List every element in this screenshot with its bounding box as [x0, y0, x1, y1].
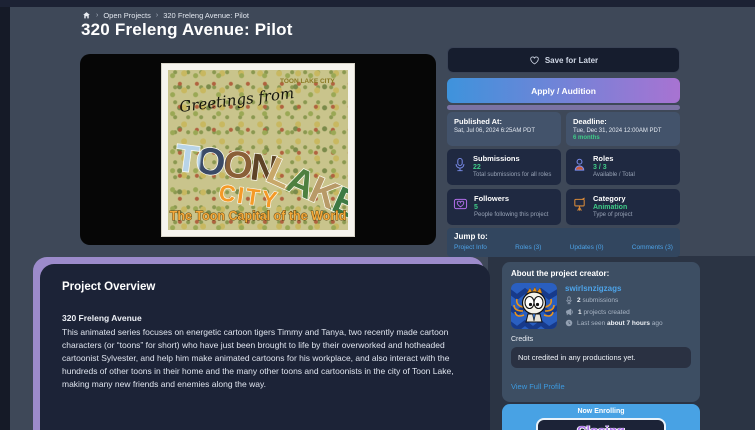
project-overview-heading: 320 Freleng Avenue	[62, 313, 142, 323]
save-for-later-label: Save for Later	[544, 55, 599, 65]
about-creator-title: About the project creator:	[511, 269, 610, 278]
megaphone-icon	[566, 308, 573, 316]
submissions-label: Submissions	[473, 154, 520, 163]
followers-icon	[453, 198, 468, 210]
deadline-card: Deadline: Tue, Dec 31, 2024 12:00AM PDT …	[566, 112, 680, 146]
category-subtext: Type of project	[593, 212, 633, 218]
page-title: 320 Freleng Avenue: Pilot	[81, 20, 293, 39]
project-media-viewer: TOON LAKE CITY Greetings from TOON LAKE …	[80, 54, 436, 245]
project-overview-panel: Project Overview 320 Freleng Avenue This…	[40, 264, 490, 430]
roles-icon	[574, 158, 585, 171]
category-value: Animation	[593, 204, 628, 211]
toon-lake-postcard-art: TOON LAKE CITY Greetings from TOON LAKE …	[169, 78, 348, 228]
creator-avatar[interactable]	[511, 283, 557, 329]
home-icon[interactable]	[82, 11, 91, 20]
apply-audition-label: Apply / Audition	[531, 85, 596, 96]
roles-label: Roles	[593, 154, 614, 163]
about-creator-panel: About the project creator: swirlsnzigzag…	[502, 262, 700, 402]
jump-to-bar: Jump to: Project Info Roles (3) Updates …	[447, 228, 680, 257]
clock-icon	[565, 319, 573, 327]
credits-value: Not credited in any productions yet.	[511, 347, 691, 368]
breadcrumb-separator: ›	[96, 12, 99, 19]
section-divider	[447, 105, 680, 110]
now-enrolling-ad-banner[interactable]: Now Enrolling Closing	[502, 404, 700, 430]
submissions-card: Submissions 22 Total submissions for all…	[447, 149, 561, 185]
left-edge-bar	[0, 0, 10, 430]
apply-audition-button[interactable]: Apply / Audition	[447, 78, 680, 103]
ad-brand-text: Closing	[577, 422, 625, 430]
project-overview-body: This animated series focuses on energeti…	[62, 327, 454, 389]
followers-card: Followers 5 People following this projec…	[447, 189, 561, 225]
followers-subtext: People following this project	[474, 212, 549, 218]
deadline-label: Deadline:	[573, 117, 607, 126]
published-at-value: Sat, Jul 06, 2024 6:25AM PDT	[454, 128, 536, 134]
postcard-greeting-text: Greetings from	[178, 84, 295, 116]
deadline-value: Tue, Dec 31, 2024 12:00AM PDT	[573, 128, 662, 134]
published-at-card: Published At: Sat, Jul 06, 2024 6:25AM P…	[447, 112, 561, 146]
jump-link-comments[interactable]: Comments (3)	[632, 244, 673, 251]
category-label: Category	[593, 194, 626, 203]
creator-submissions: 2 submissions	[577, 297, 619, 304]
breadcrumb-open-projects[interactable]: Open Projects	[103, 11, 151, 20]
creator-last-seen: Last seen about 7 hours ago	[577, 319, 663, 327]
submissions-subtext: Total submissions for all roles	[473, 172, 552, 178]
ad-title: Now Enrolling	[577, 408, 625, 415]
save-for-later-button[interactable]: Save for Later	[447, 47, 680, 73]
top-edge-bar	[0, 0, 755, 7]
breadcrumb: › Open Projects › 320 Freleng Avenue: Pi…	[82, 11, 249, 20]
submissions-count: 22	[473, 164, 481, 171]
jump-link-roles[interactable]: Roles (3)	[515, 244, 541, 251]
view-full-profile-link[interactable]: View Full Profile	[511, 382, 691, 391]
roles-card: Roles 3 / 3 Available / Total	[566, 149, 680, 185]
followers-label: Followers	[474, 194, 510, 203]
roles-subtext: Available / Total	[593, 172, 635, 178]
deadline-countdown: 6 months	[573, 135, 600, 141]
credits-label: Credits	[511, 336, 534, 343]
heart-icon	[530, 56, 539, 64]
breadcrumb-separator: ›	[155, 12, 159, 19]
postcard-tagline: The Toon Capital of the World	[170, 209, 347, 223]
roles-count: 3 / 3	[593, 164, 607, 171]
jump-link-project-info[interactable]: Project Info	[454, 244, 487, 251]
category-icon	[574, 197, 585, 211]
jump-to-label: Jump to:	[454, 232, 488, 241]
breadcrumb-current-page[interactable]: 320 Freleng Avenue: Pilot	[163, 11, 249, 20]
microphone-icon	[455, 157, 465, 172]
ad-brand-box: Closing	[536, 418, 666, 430]
creator-username-link[interactable]: swirlsnzigzags	[565, 284, 663, 293]
followers-count: 5	[474, 204, 478, 211]
project-overview-title: Project Overview	[62, 281, 156, 293]
creator-projects: 1 projects created	[578, 308, 630, 316]
jump-link-updates[interactable]: Updates (0)	[570, 244, 604, 251]
project-poster-image: TOON LAKE CITY Greetings from TOON LAKE …	[161, 62, 355, 237]
published-at-label: Published At:	[454, 117, 503, 126]
category-card: Category Animation Type of project	[566, 189, 680, 225]
microphone-icon	[566, 296, 572, 305]
